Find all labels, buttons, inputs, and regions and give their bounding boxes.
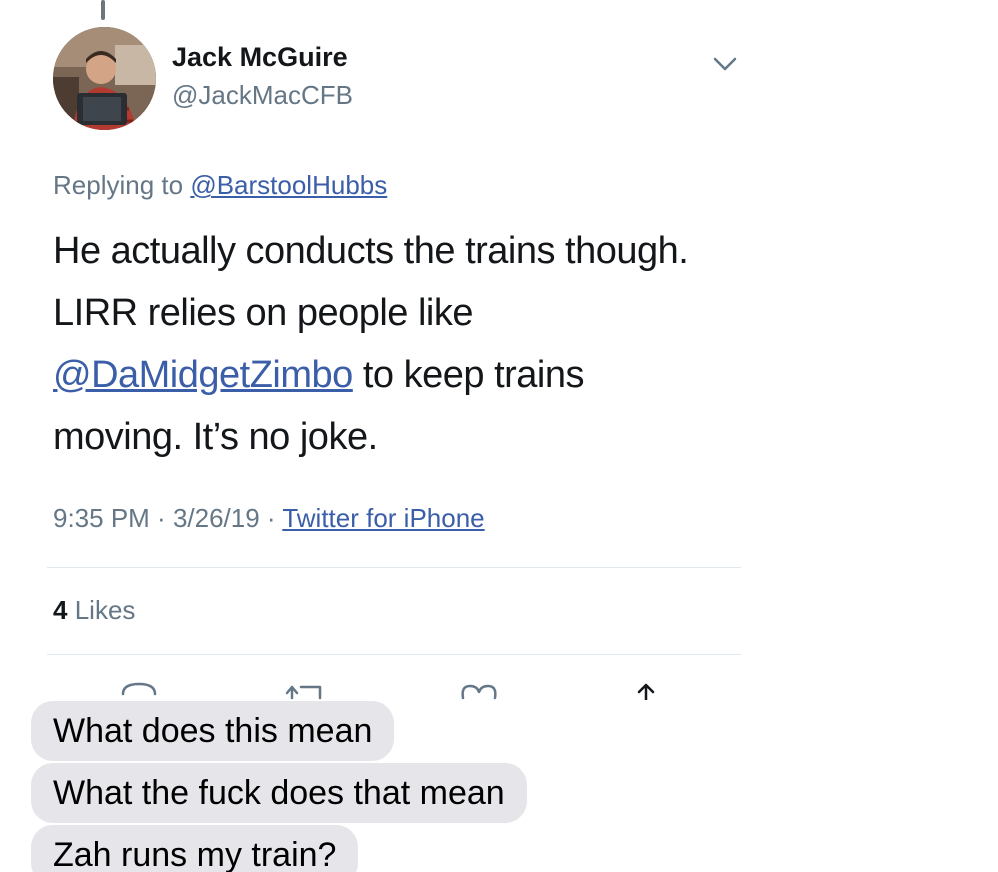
reply-icon[interactable] bbox=[117, 676, 161, 700]
meta-separator: · bbox=[259, 503, 283, 533]
likes-label: Likes bbox=[74, 595, 136, 625]
tweet-meta: 9:35 PM · 3/26/19 · Twitter for iPhone bbox=[53, 503, 485, 534]
message-bubble: What the fuck does that mean bbox=[31, 763, 527, 823]
screenshot: Jack McGuire @JackMacCFB Replying to @Ba… bbox=[0, 0, 998, 872]
tweet-source-link[interactable]: Twitter for iPhone bbox=[282, 503, 484, 533]
tweet-text: He actually conducts the trains though. … bbox=[53, 220, 693, 468]
tweet-date[interactable]: 3/26/19 bbox=[173, 503, 260, 533]
author-name[interactable]: Jack McGuire bbox=[172, 42, 348, 73]
chevron-down-icon[interactable] bbox=[708, 50, 742, 78]
share-icon[interactable] bbox=[624, 676, 668, 700]
divider bbox=[47, 654, 741, 655]
message-bubble: Zah runs my train? bbox=[31, 825, 359, 872]
likes-count[interactable]: 4 Likes bbox=[53, 595, 135, 626]
likes-number: 4 bbox=[53, 595, 68, 625]
replying-to-line: Replying to @BarstoolHubbs bbox=[53, 170, 387, 201]
message-bubble: What does this mean bbox=[31, 701, 395, 761]
tweet-text-part: He actually conducts the trains though. … bbox=[53, 230, 689, 334]
replying-to-mention[interactable]: @BarstoolHubbs bbox=[190, 170, 387, 200]
avatar[interactable] bbox=[53, 27, 156, 130]
tweet-time[interactable]: 9:35 PM bbox=[53, 503, 150, 533]
divider bbox=[47, 567, 741, 568]
thread-connector-line bbox=[101, 0, 105, 20]
retweet-icon[interactable] bbox=[284, 676, 328, 700]
like-icon[interactable] bbox=[457, 676, 501, 700]
meta-separator: · bbox=[149, 503, 173, 533]
author-handle[interactable]: @JackMacCFB bbox=[172, 80, 353, 111]
replying-to-label: Replying to bbox=[53, 170, 184, 200]
tweet-mention[interactable]: @DaMidgetZimbo bbox=[53, 354, 353, 396]
